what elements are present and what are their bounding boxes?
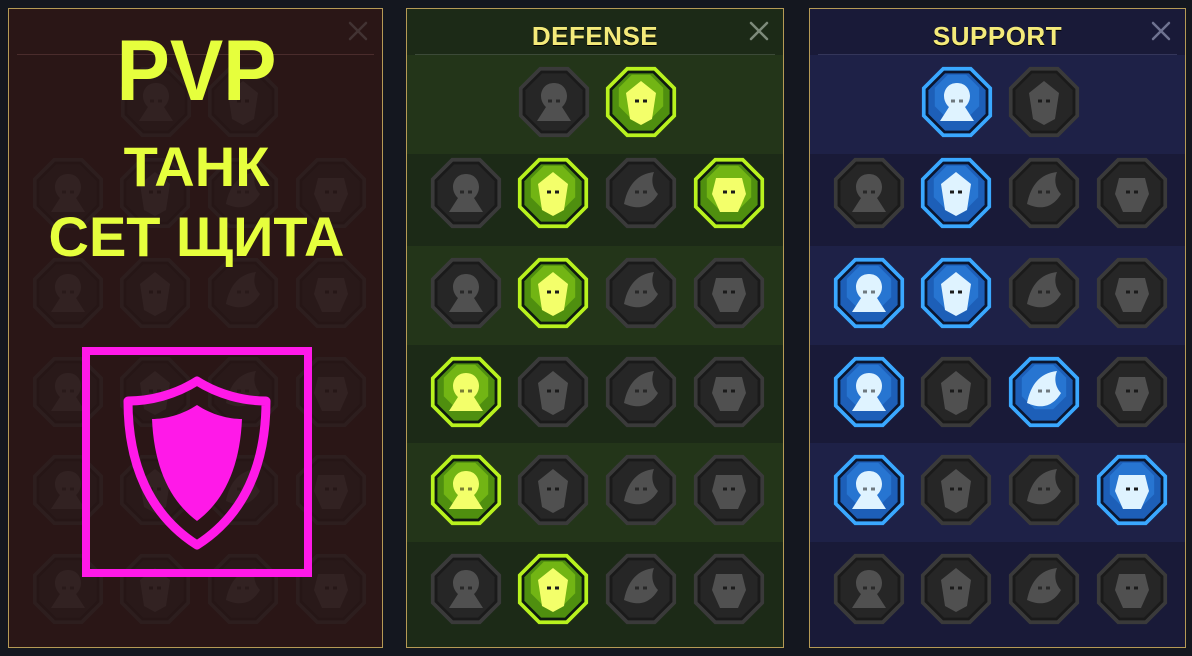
skill-tier	[407, 55, 783, 154]
skill-tier	[810, 55, 1185, 154]
panel-title: SUPPORT	[932, 21, 1063, 51]
overlay-tank-label: ТАНК	[123, 135, 270, 198]
draining-hand-icon[interactable]	[1093, 154, 1171, 232]
heart-sparkle-icon[interactable]	[918, 63, 996, 141]
skull-heart-icon[interactable]	[602, 254, 680, 332]
twin-shadows-icon[interactable]	[1093, 254, 1171, 332]
lightning-cycle-icon[interactable]	[917, 254, 995, 332]
raised-fist-icon[interactable]	[602, 63, 680, 141]
hourglass-icon[interactable]	[514, 353, 592, 431]
grabbing-hand-icon[interactable]	[690, 451, 768, 529]
defense-panel: DEFENSE	[406, 8, 784, 648]
open-book-icon[interactable]	[1005, 353, 1083, 431]
praying-hands-icon[interactable]	[830, 154, 908, 232]
smoking-skull-icon[interactable]	[1005, 154, 1083, 232]
overlay-set-label: СЕТ ЩИТА	[48, 205, 345, 268]
open-hand-icon[interactable]	[602, 353, 680, 431]
close-icon[interactable]	[1149, 19, 1173, 43]
layered-shield-icon[interactable]	[427, 154, 505, 232]
flexing-giant-icon[interactable]	[690, 550, 768, 628]
overlay-pvp-label: PVP	[116, 22, 277, 119]
dashing-runner-icon[interactable]	[427, 451, 505, 529]
anatomical-heart-icon[interactable]	[514, 154, 592, 232]
spiral-rune-icon[interactable]	[1005, 63, 1083, 141]
voodoo-doll-icon[interactable]	[1093, 451, 1171, 529]
poison-flask-icon[interactable]	[830, 550, 908, 628]
angry-eyes-icon[interactable]	[1093, 353, 1171, 431]
chained-heart-icon[interactable]	[830, 353, 908, 431]
eagle-head-icon[interactable]	[1093, 550, 1171, 628]
swift-boot-icon[interactable]	[917, 451, 995, 529]
hooded-head-icon[interactable]	[690, 254, 768, 332]
support-header: SUPPORT	[810, 9, 1185, 55]
beast-warrior-icon[interactable]	[427, 550, 505, 628]
deflect-blade-icon[interactable]	[690, 154, 768, 232]
fire-comet-icon[interactable]	[917, 353, 995, 431]
blood-drops-icon[interactable]	[514, 451, 592, 529]
all-seeing-eye-icon[interactable]	[1005, 451, 1083, 529]
shield-set-highlight	[82, 347, 312, 577]
crumbling-wall-icon[interactable]	[515, 63, 593, 141]
offense-panel: PVP ТАНК СЕТ ЩИТА	[8, 8, 383, 648]
shield-knight-icon[interactable]	[514, 254, 592, 332]
cheering-crowd-icon[interactable]	[427, 353, 505, 431]
cracked-ground-icon[interactable]	[1005, 254, 1083, 332]
bull-head-icon[interactable]	[690, 353, 768, 431]
blessed-figure-icon[interactable]	[830, 254, 908, 332]
bearded-warlord-icon[interactable]	[602, 550, 680, 628]
mastery-screen: PVP ТАНК СЕТ ЩИТА DEFENSE SUPPORT	[0, 0, 1192, 656]
stone-warrior-icon[interactable]	[602, 154, 680, 232]
winged-shield-icon[interactable]	[514, 550, 592, 628]
panel-title: DEFENSE	[531, 21, 659, 51]
support-panel: SUPPORT	[809, 8, 1186, 648]
compass-star-icon[interactable]	[830, 451, 908, 529]
horned-skull-icon[interactable]	[917, 550, 995, 628]
close-icon[interactable]	[747, 19, 771, 43]
aura-shield-icon[interactable]	[917, 154, 995, 232]
defense-header: DEFENSE	[407, 9, 783, 55]
spiked-skull-icon[interactable]	[602, 451, 680, 529]
winged-fist-icon[interactable]	[1005, 550, 1083, 628]
shadow-figures-icon[interactable]	[427, 254, 505, 332]
shield-icon	[123, 376, 271, 550]
